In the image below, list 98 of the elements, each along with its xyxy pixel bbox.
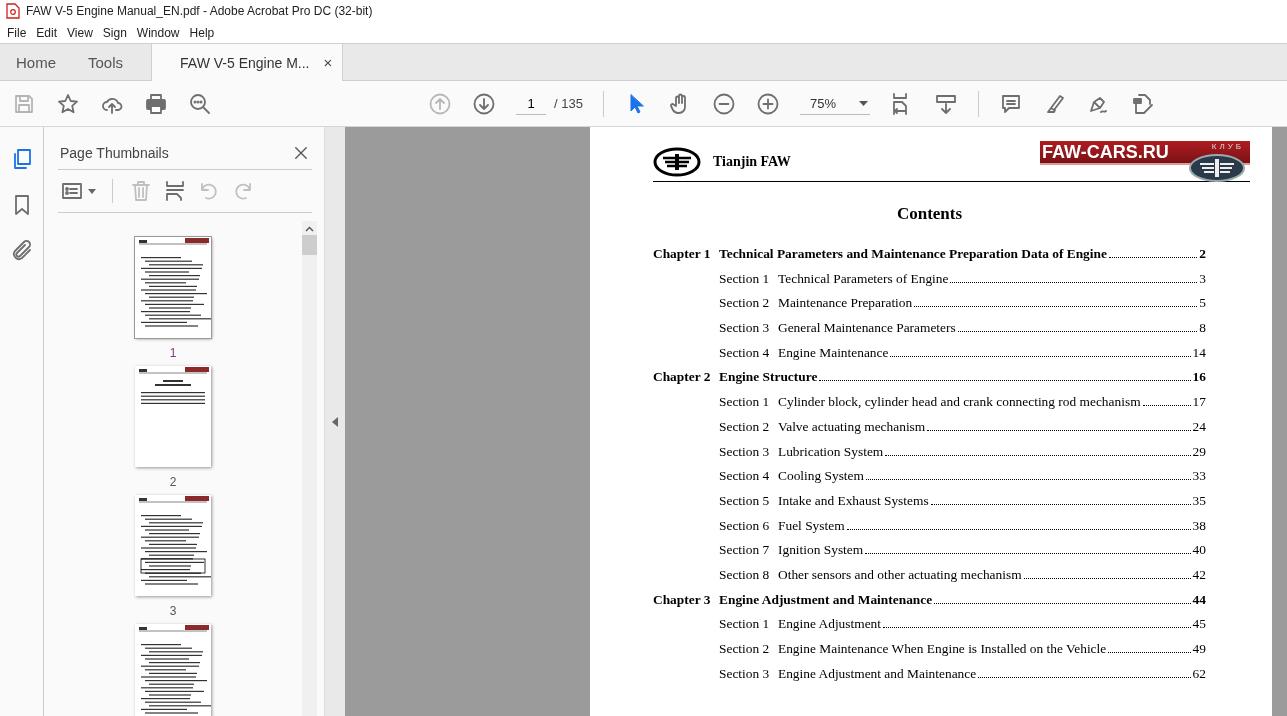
page-number: 14 <box>1192 344 1206 361</box>
zoom-dropdown[interactable]: 75% <box>799 92 870 115</box>
page-number: 38 <box>1192 517 1206 534</box>
scroll-up-icon[interactable] <box>305 226 314 232</box>
page-number: 62 <box>1192 665 1206 682</box>
caret-icon[interactable] <box>88 188 96 194</box>
page-number: 42 <box>1192 566 1206 583</box>
page-number: 8 <box>1199 320 1206 337</box>
page-number: 3 <box>1199 270 1206 287</box>
page-number: 40 <box>1192 542 1206 559</box>
entry-title[interactable]: Engine Adjustment <box>778 616 882 633</box>
page-number-field[interactable]: 1 <box>516 92 546 115</box>
page-thumbnail[interactable] <box>135 624 211 716</box>
entry-title[interactable]: Engine Maintenance <box>778 344 889 361</box>
entry-label: Section 1 <box>719 394 771 411</box>
entry-label: Chapter 2 <box>653 369 712 386</box>
print-icon[interactable] <box>144 91 168 116</box>
menu-item[interactable]: File <box>2 23 32 42</box>
page-number: 24 <box>1192 418 1206 435</box>
page-number: 2 <box>1199 246 1206 262</box>
page-number: 44 <box>1192 591 1206 608</box>
panel-title: Page Thumbnails <box>60 145 169 161</box>
menu-item[interactable]: Sign <box>97 23 132 42</box>
page-thumbnail[interactable] <box>135 495 211 596</box>
page-thumbnail[interactable] <box>135 237 211 338</box>
caret-icon <box>858 100 868 106</box>
entry-label: Section 8 <box>719 566 771 583</box>
entry-title[interactable]: Technical Parameters and Maintenance Preparation Data of Engine <box>719 246 1107 262</box>
zoom-out-icon[interactable] <box>711 91 736 116</box>
entry-label: Section 4 <box>719 468 771 485</box>
menu-item[interactable]: Edit <box>31 23 63 42</box>
entry-label: Section 1 <box>719 270 771 287</box>
entry-label: Section 2 <box>719 641 771 657</box>
entry-label: Section 3 <box>719 320 771 337</box>
page-number: 49 <box>1192 641 1206 657</box>
window-title: FAW V-5 Engine Manual_EN.pdf - Adobe Acrobat Pro DC (32-bit) <box>26 4 373 18</box>
zoom-in-icon[interactable] <box>755 91 780 116</box>
page-number: 5 <box>1199 295 1206 312</box>
entry-title[interactable]: Lubrication System <box>778 443 884 460</box>
menu-item[interactable]: View <box>62 23 98 42</box>
entry-title[interactable]: Ignition System <box>778 542 864 559</box>
entry-label: Section 4 <box>719 344 771 361</box>
entry-title[interactable]: General Maintenance Parameters <box>778 320 956 337</box>
entry-title[interactable]: Engine Adjustment and Maintenance <box>719 591 933 608</box>
entry-title[interactable]: Cylinder block, cylinder head and crank connecting rod mechanism <box>778 394 1141 411</box>
entry-title[interactable]: Other sensors and other actuating mechanism <box>778 566 1022 583</box>
page-number: 35 <box>1192 492 1206 509</box>
entry-title[interactable]: Engine Maintenance When Engine is Installed on the Vehicle <box>778 641 1107 657</box>
menu-item[interactable]: Window <box>131 23 185 42</box>
close-icon[interactable] <box>292 144 310 162</box>
entry-label: Chapter 3 <box>653 591 712 608</box>
entry-title[interactable]: Valve actuating mechanism <box>778 418 926 435</box>
entry-title[interactable]: Engine Adjustment and Maintenance <box>778 665 977 682</box>
entry-title[interactable]: Intake and Exhaust Systems <box>778 492 929 509</box>
tab[interactable]: Home <box>0 44 72 80</box>
logo-text: FAW-CARS.RU <box>1042 141 1169 163</box>
menu-item[interactable]: Help <box>184 23 220 42</box>
page-number: 33 <box>1192 468 1206 485</box>
page-number: 2 <box>169 475 177 489</box>
tab[interactable]: FAW V-5 Engine M... × <box>151 44 344 81</box>
tab[interactable]: Tools <box>72 44 140 80</box>
star-icon[interactable] <box>56 91 80 116</box>
entry-title[interactable]: Maintenance Preparation <box>778 295 913 312</box>
entry-title[interactable]: Cooling System <box>778 468 864 485</box>
page-number: 3 <box>169 604 177 618</box>
entry-label: Section 6 <box>719 517 771 534</box>
entry-title[interactable]: Technical Parameters of Engine <box>778 270 949 287</box>
next-page-icon[interactable] <box>472 91 496 116</box>
entry-label: Section 5 <box>719 492 771 509</box>
entry-label: Section 3 <box>719 665 771 682</box>
page-thumbnail[interactable] <box>135 366 211 467</box>
page-number: 17 <box>1192 394 1206 411</box>
entry-label: Section 2 <box>719 418 771 435</box>
collapse-panel-icon[interactable] <box>332 417 338 427</box>
entry-title[interactable]: Fuel System <box>778 517 845 534</box>
emblem-icon <box>653 147 701 177</box>
close-tab-button[interactable]: × <box>323 54 333 71</box>
logo-subtext: КЛУБ <box>1211 142 1244 151</box>
entry-title[interactable]: Engine Structure <box>719 369 818 386</box>
company-name: Tianjin FAW <box>713 154 791 170</box>
emblem-icon <box>1188 153 1246 183</box>
page-count: / 135 <box>554 96 583 111</box>
page-number: 45 <box>1192 616 1206 633</box>
page-number: 29 <box>1192 443 1206 460</box>
edit-document-icon[interactable] <box>1130 91 1155 116</box>
search-icon[interactable] <box>188 91 212 116</box>
page-number: 1 <box>169 346 177 360</box>
dot-leader <box>1142 405 1191 407</box>
insert-page-icon[interactable] <box>163 179 187 203</box>
scrollbar-thumb[interactable] <box>302 235 317 255</box>
entry-label: Section 7 <box>719 542 771 559</box>
pdf-icon <box>6 3 20 19</box>
page-number: 16 <box>1192 369 1206 386</box>
entry-label: Section 1 <box>719 616 771 633</box>
entry-label: Section 2 <box>719 295 771 312</box>
entry-label: Chapter 1 <box>653 246 712 262</box>
entry-label: Section 3 <box>719 443 771 460</box>
contents-heading: Contents <box>895 204 964 224</box>
